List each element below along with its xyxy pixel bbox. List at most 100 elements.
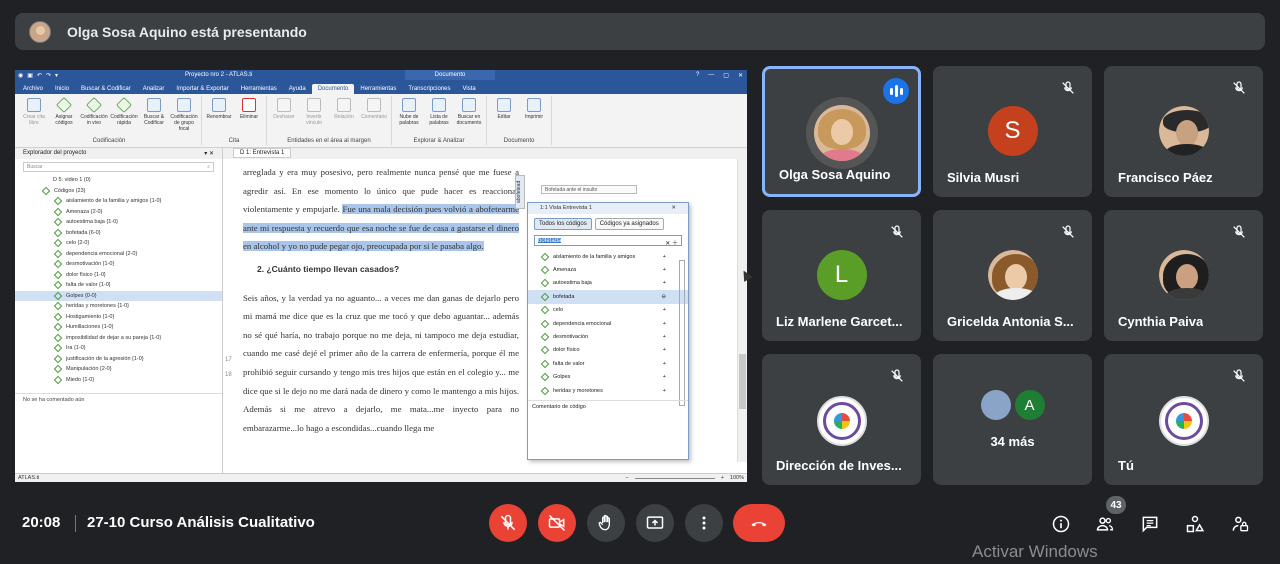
tree-item-code[interactable]: justificación de la agresión {1-0} [15, 354, 222, 365]
ribbon-button[interactable]: Asignar códigos [50, 96, 78, 138]
add-icon[interactable]: + [663, 321, 666, 327]
explorer-search-input[interactable]: Buscar ⌕ [23, 162, 214, 172]
ribbon-button[interactable]: Renombrar [205, 96, 233, 138]
add-icon[interactable]: + [663, 347, 666, 353]
tab-all-codes[interactable]: Todos los códigos [534, 218, 592, 230]
tree-item-code[interactable]: Hostigamiento {1-0} [15, 312, 222, 323]
add-icon[interactable]: + [663, 361, 666, 367]
ribbon-button[interactable]: Codificación in vivo [80, 96, 108, 138]
tree-item-code[interactable]: dolor físico {1-0} [15, 270, 222, 281]
participant-tile-silvia[interactable]: S Silvia Musri [933, 66, 1092, 197]
clear-icon[interactable]: ✕ ＋ [665, 238, 678, 247]
activities-button[interactable] [1183, 512, 1207, 536]
tree-item-code[interactable]: aislamiento de la familia y amigos {1-0} [15, 196, 222, 207]
menu-item[interactable]: Archivo [17, 84, 49, 94]
ribbon-button[interactable]: Nube de palabras [395, 96, 423, 138]
popup-code-item[interactable]: dolor físico + [528, 344, 688, 357]
menu-item[interactable]: Analizar [137, 84, 171, 94]
host-controls-button[interactable] [1228, 512, 1252, 536]
tab-entrevista-1[interactable]: D 1: Entrevista 1 [233, 148, 292, 158]
ribbon-button[interactable]: Eliminar [235, 96, 263, 138]
ribbon-button[interactable]: Crear cita libre [20, 96, 48, 138]
tree-item-code[interactable]: Amenaza {2-0} [15, 207, 222, 218]
tree-item-code[interactable]: Manipulación {2-0} [15, 364, 222, 375]
tab-assigned-codes[interactable]: Códigos ya asignados [594, 218, 664, 230]
participant-tile-self[interactable]: Tú [1104, 354, 1263, 485]
tree-item-code[interactable]: celo {2-0} [15, 238, 222, 249]
zoom-control[interactable]: − +100% [625, 475, 744, 481]
add-icon[interactable]: + [663, 307, 666, 313]
tree-item-code[interactable]: Miedo {1-0} [15, 375, 222, 386]
menu-item[interactable]: Transcripciones [402, 84, 456, 94]
participant-tile-gricelda[interactable]: Gricelda Antonia S... [933, 210, 1092, 341]
tree-item-video[interactable]: D 5: video 1 (0) [15, 175, 222, 186]
ribbon-button[interactable]: Codificación de grupo focal [170, 96, 198, 138]
popup-code-item[interactable]: dependencia emocional + [528, 317, 688, 330]
menu-item[interactable]: Importar & Exportar [170, 84, 234, 94]
participant-tile-cynthia[interactable]: Cynthia Paiva [1104, 210, 1263, 341]
add-icon[interactable]: + [663, 374, 666, 380]
scroll-thumb[interactable] [739, 354, 746, 409]
document-scrollbar[interactable] [737, 159, 747, 462]
margin-code-label[interactable]: Bofetada ante el insulto [541, 185, 637, 194]
meeting-details-button[interactable] [1049, 512, 1073, 536]
more-options-button[interactable] [685, 504, 723, 542]
ribbon-button[interactable]: Buscar & Codificar [140, 96, 168, 138]
popup-code-item[interactable]: Golpes + [528, 371, 688, 384]
menu-item[interactable]: Herramientas [354, 84, 402, 94]
menu-item[interactable]: Ayuda [283, 84, 312, 94]
participant-tile-olga[interactable]: Olga Sosa Aquino [762, 66, 921, 197]
window-controls[interactable]: ? — ▢ ✕ [696, 72, 743, 79]
ribbon-button[interactable]: Lista de palabras [425, 96, 453, 138]
remove-icon[interactable]: ⊖ [661, 294, 666, 300]
participant-tile-francisco[interactable]: Francisco Páez [1104, 66, 1263, 197]
margin-quotation-bar[interactable]: abofetead [515, 175, 525, 209]
popup-code-item[interactable]: Amenaza + [528, 263, 688, 276]
leave-call-button[interactable] [733, 504, 785, 542]
menu-item[interactable]: Vista [457, 84, 482, 94]
raise-hand-button[interactable] [587, 504, 625, 542]
tree-item-code[interactable]: autoestima baja {1-0} [15, 217, 222, 228]
tree-item-code[interactable]: imposibilidad de dejar a su pareja {1-0} [15, 333, 222, 344]
ribbon-button[interactable]: Relación [330, 96, 358, 138]
participant-tile-liz[interactable]: L Liz Marlene Garcet... [762, 210, 921, 341]
tree-item-code[interactable]: desmotivación {1-0} [15, 259, 222, 270]
popup-code-item[interactable]: aislamiento de la familia y amigos + [528, 250, 688, 263]
ribbon-button[interactable]: Buscar en documento [455, 96, 483, 138]
tree-item-code[interactable]: Humillaciones {1-0} [15, 322, 222, 333]
close-icon[interactable]: ✕ [671, 205, 676, 212]
chat-button[interactable] [1138, 512, 1162, 536]
ribbon-button[interactable]: Editar [490, 96, 518, 138]
ribbon-button[interactable]: Codificación rápida [110, 96, 138, 138]
quick-access-toolbar[interactable]: ◉ ▣ ↶ ↷ ▾ [15, 72, 58, 79]
ribbon-button[interactable]: Invertir vínculo [300, 96, 328, 138]
menu-item[interactable]: Documento [311, 84, 355, 94]
popup-code-item[interactable]: bofetada ⊖ [528, 290, 688, 304]
tree-item-code[interactable]: dependencia emocional {2-0} [15, 249, 222, 260]
popup-code-item[interactable]: autoestima baja + [528, 277, 688, 290]
tree-item-code[interactable]: bofetada {6-0} [15, 228, 222, 239]
ribbon-button[interactable]: Deshacer [270, 96, 298, 138]
popup-code-item[interactable]: desmotivación + [528, 330, 688, 343]
tree-item-code[interactable]: heridas y moretones {1-0} [15, 301, 222, 312]
menu-item[interactable]: Buscar & Codificar [75, 84, 137, 94]
menu-item[interactable]: Inicio [49, 84, 75, 94]
popup-scrollbar[interactable] [679, 260, 685, 406]
popup-code-item[interactable]: heridas y moretones + [528, 384, 688, 397]
document-text[interactable]: arreglada y era muy posesivo, pero realm… [243, 163, 519, 437]
add-icon[interactable]: + [663, 280, 666, 286]
participant-tile-more[interactable]: A 34 más [933, 354, 1092, 485]
code-search-input[interactable]: bofetada ✕ ＋ [534, 235, 682, 247]
menu-item[interactable]: Herramientas [235, 84, 283, 94]
mic-toggle-button[interactable] [489, 504, 527, 542]
shared-screen[interactable]: ◉ ▣ ↶ ↷ ▾ Proyecto nro 2 - ATLAS.ti Document… [15, 70, 747, 482]
ribbon-button[interactable]: Imprimir [520, 96, 548, 138]
tree-item-code[interactable]: Golpes {0-0} [15, 290, 222, 301]
tree-item-code[interactable]: Ira {1-0} [15, 343, 222, 354]
add-icon[interactable]: + [663, 334, 666, 340]
participant-tile-direccion[interactable]: Dirección de Inves... [762, 354, 921, 485]
tree-item-codes-root[interactable]: Códigos (23) [15, 186, 222, 197]
add-icon[interactable]: + [663, 388, 666, 394]
add-icon[interactable]: + [663, 267, 666, 273]
popup-code-item[interactable]: falta de valor + [528, 357, 688, 370]
